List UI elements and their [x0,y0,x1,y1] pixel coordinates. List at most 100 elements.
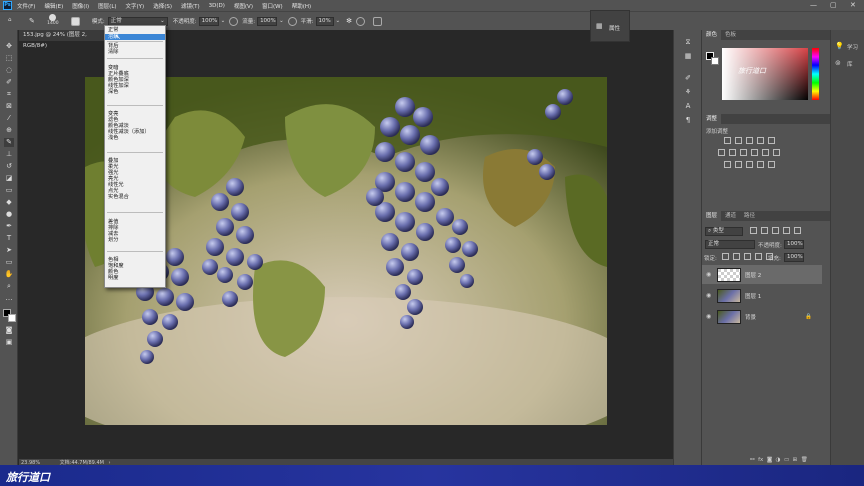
blend-option-luminosity[interactable]: 明度 [108,275,118,281]
blend-option-lighter-color[interactable]: 浅色 [108,135,118,141]
character-panel-icon[interactable]: A [683,102,693,111]
screen-mode-icon[interactable]: ▣ [4,338,14,347]
adjustment-filter-icon[interactable] [761,227,768,234]
gradient-tool-icon[interactable]: ▭ [4,186,14,195]
eye-icon[interactable]: ◉ [706,313,714,320]
restore-button[interactable]: ▢ [830,0,837,11]
symmetry-icon[interactable] [373,16,383,26]
background-color-swatch[interactable] [8,314,16,322]
layer-filter-select[interactable]: ⌕ 类型 [705,227,743,236]
menu-type[interactable]: 文字(Y) [126,2,145,10]
airbrush-icon[interactable] [287,16,297,26]
black-white-icon[interactable] [740,149,747,156]
minimize-button[interactable]: — [810,0,817,11]
flow-input[interactable]: 100% [257,16,278,26]
layer-row-background[interactable]: ◉ 背景 🔒 [702,307,822,326]
hue-saturation-icon[interactable] [718,149,725,156]
hue-slider[interactable] [812,48,819,100]
lock-position-icon[interactable] [744,253,751,260]
color-balance-icon[interactable] [729,149,736,156]
levels-icon[interactable] [735,137,742,144]
swatch-panel-icon[interactable]: ▦ [683,52,693,61]
curves-icon[interactable] [746,137,753,144]
channel-mixer-icon[interactable] [762,149,769,156]
brush-settings-panel-icon[interactable]: ⚘ [683,88,693,97]
layer-blend-select[interactable]: 正常 [705,240,755,249]
blur-tool-icon[interactable]: ◆ [4,198,14,207]
invert-icon[interactable] [724,161,731,168]
more-tools-icon[interactable]: … [4,294,14,303]
gradient-map-icon[interactable] [757,161,764,168]
lock-transparent-icon[interactable] [722,253,729,260]
brush-panel-icon[interactable]: ✐ [683,74,693,83]
brightness-icon[interactable] [724,137,731,144]
link-icon[interactable]: ⚯ [750,457,755,463]
path-select-tool-icon[interactable]: ➤ [4,246,14,255]
tab-layers[interactable]: 图层 [702,211,722,221]
eyedropper-tool-icon[interactable]: ⁄ [4,114,14,123]
fx-icon[interactable]: fx [758,457,763,463]
lock-pixels-icon[interactable] [733,253,740,260]
chevron-down-icon[interactable]: ⌄ [221,18,226,24]
blend-option-divide[interactable]: 划分 [108,237,118,243]
exposure-icon[interactable] [757,137,764,144]
lasso-tool-icon[interactable]: ◌ [4,66,14,75]
threshold-icon[interactable] [746,161,753,168]
type-filter-icon[interactable] [772,227,779,234]
pen-tool-icon[interactable]: ✒ [4,222,14,231]
lightbulb-icon[interactable]: 💡 [835,42,844,50]
history-icon[interactable]: ⧖ [683,38,693,47]
move-tool-icon[interactable]: ✥ [4,42,14,51]
color-bg-swatch[interactable] [711,57,719,65]
learn-label[interactable]: 学习 [847,43,858,51]
tab-adjustments[interactable]: 调整 [702,114,722,124]
document-tab[interactable]: 153.jpg @ 24% (图层 2, RGB/8#) [19,30,115,49]
library-icon[interactable]: ⊚ [835,59,841,67]
new-layer-icon[interactable]: ⊞ [793,457,798,463]
close-button[interactable]: ✕ [850,0,856,11]
fill-input[interactable]: 100% [784,253,804,262]
history-brush-tool-icon[interactable]: ↺ [4,162,14,171]
posterize-icon[interactable] [735,161,742,168]
menu-layer[interactable]: 图层(L) [98,2,116,10]
chevron-down-icon[interactable]: ⌄ [279,18,284,24]
shape-filter-icon[interactable] [783,227,790,234]
menu-edit[interactable]: 编辑(E) [44,2,63,10]
properties-panel-collapsed[interactable]: ▦ 属性 [590,10,630,42]
quick-select-tool-icon[interactable]: ✐ [4,78,14,87]
menu-view[interactable]: 视图(V) [234,2,253,10]
eraser-tool-icon[interactable]: ◪ [4,174,14,183]
tab-swatches[interactable]: 色板 [721,30,740,40]
menu-window[interactable]: 窗口(W) [262,2,283,10]
crop-tool-icon[interactable]: ⌗ [4,90,14,99]
healing-brush-tool-icon[interactable]: ⊕ [4,126,14,135]
zoom-tool-icon[interactable]: ⌕ [4,282,14,291]
folder-icon[interactable]: ▭ [784,457,789,463]
dodge-tool-icon[interactable]: ● [4,210,14,219]
brush-tool-icon[interactable]: ✎ [29,17,35,25]
quick-mask-icon[interactable]: ◙ [4,326,14,335]
blend-mode-dropdown[interactable]: 正常 溶解 背后 清除 变暗 正片叠底 颜色加深 线性加深 深色 变亮 滤色 颜… [104,25,166,288]
gear-icon[interactable]: ✻ [346,17,352,25]
menu-select[interactable]: 选择(S) [153,2,172,10]
menu-help[interactable]: 帮助(H) [292,2,311,10]
chevron-down-icon[interactable]: ⌄ [336,18,341,24]
tab-color[interactable]: 颜色 [702,30,722,40]
brush-tool-icon[interactable]: ✎ [4,138,14,147]
menu-file[interactable]: 文件(F) [17,2,35,10]
trash-icon[interactable]: 🗑 [801,457,808,463]
color-lookup-icon[interactable] [773,149,780,156]
menu-image[interactable]: 图像(I) [72,2,89,10]
lock-artboard-icon[interactable] [755,253,762,260]
layer-row-layer-2[interactable]: ◉ 图层 2 [702,265,822,284]
home-icon[interactable]: ⌂ [8,17,17,26]
vibrance-icon[interactable] [768,137,775,144]
adjustment-layer-icon[interactable]: ◑ [776,457,781,463]
brush-settings-icon[interactable] [70,16,80,26]
clone-stamp-tool-icon[interactable]: ⊥ [4,150,14,159]
mask-icon[interactable]: ◙ [767,457,772,463]
pressure-size-icon[interactable] [356,16,366,26]
frame-tool-icon[interactable]: ⊠ [4,102,14,111]
photo-filter-icon[interactable] [751,149,758,156]
tab-channels[interactable]: 通道 [721,211,740,221]
